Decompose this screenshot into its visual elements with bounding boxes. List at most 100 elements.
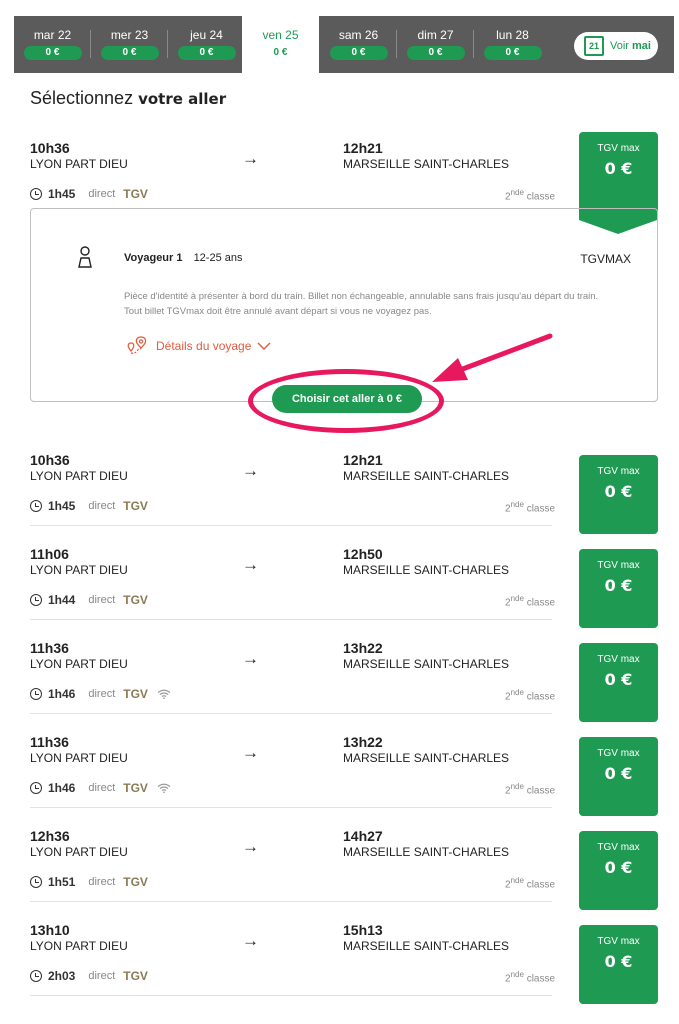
fare-price-button[interactable]: TGV max 0 €: [579, 643, 658, 722]
travel-class: 2nde classe: [505, 188, 555, 202]
date-tab[interactable]: jeu 24 0 €: [168, 16, 245, 73]
fare-badge-title: TGV max: [597, 936, 640, 947]
date-tab-label: lun 28: [496, 28, 529, 42]
fare-badge-title: TGV max: [597, 654, 640, 665]
arrival-time: 12h21: [343, 452, 383, 468]
fare-price-button[interactable]: TGV max 0 €: [579, 831, 658, 910]
date-tab-label: sam 26: [338, 28, 379, 42]
arrival-time: 12h50: [343, 546, 383, 562]
trip-details-link[interactable]: Détails du voyage: [126, 336, 279, 356]
departure-station: LYON PART DIEU: [30, 751, 128, 765]
fare-price-button[interactable]: TGV max 0 €: [579, 132, 658, 234]
fare-badge-title: TGV max: [597, 466, 640, 477]
trip-meta: 1h45 direct TGV: [30, 187, 148, 201]
travel-class: 2nde classe: [505, 594, 555, 608]
arrow-right-icon: →: [242, 743, 259, 762]
fare-badge-price: 0 €: [604, 482, 633, 501]
fare-badge-price: 0 €: [604, 159, 633, 178]
date-tab-selected[interactable]: ven 25 0 €: [242, 16, 319, 73]
class-label: classe: [526, 785, 556, 797]
departure-station: LYON PART DIEU: [30, 157, 128, 171]
calendar-icon: 21: [584, 36, 604, 56]
fare-name: TGVMAX: [580, 252, 631, 266]
trip-details-label: Détails du voyage: [156, 339, 252, 353]
arrival-time: 12h21: [343, 140, 383, 156]
arrival-station: MARSEILLE SAINT-CHARLES: [343, 157, 510, 171]
arrow-right-icon: →: [242, 555, 259, 574]
train-type: TGV: [123, 875, 148, 889]
page-title: Sélectionnez votre aller: [30, 88, 226, 109]
clock-icon: [30, 188, 42, 200]
trip-meta: 1h51 direct TGV: [30, 875, 148, 889]
date-tab-price: 0 €: [406, 46, 465, 60]
travel-class: 2nde classe: [505, 876, 555, 890]
train-type: TGV: [123, 781, 148, 795]
fare-price-button[interactable]: TGV max 0 €: [579, 737, 658, 816]
arrival-time: 13h22: [343, 734, 383, 750]
date-tab[interactable]: lun 28 0 €: [474, 16, 551, 73]
fare-price-button[interactable]: TGV max 0 €: [579, 925, 658, 1004]
fare-badge-price: 0 €: [604, 858, 633, 877]
fare-conditions: Pièce d'identité à présenter à bord du t…: [124, 289, 644, 319]
trip-duration: 2h03: [48, 969, 76, 983]
departure-time: 11h36: [30, 640, 69, 656]
row-divider: [30, 995, 552, 996]
trip-direct: direct: [88, 500, 116, 512]
arrival-station: MARSEILLE SAINT-CHARLES: [343, 657, 510, 671]
date-tab[interactable]: dim 27 0 €: [397, 16, 474, 73]
fare-badge-price: 0 €: [604, 576, 633, 595]
trip-direct: direct: [88, 594, 116, 606]
fare-price-button[interactable]: TGV max 0 €: [579, 549, 658, 628]
class-suffix: nde: [510, 782, 524, 791]
fare-badge-title: TGV max: [597, 143, 640, 154]
trip-duration: 1h51: [48, 875, 76, 889]
trip-meta: 1h45 direct TGV: [30, 499, 148, 513]
wifi-icon: [157, 783, 171, 793]
class-suffix: nde: [510, 970, 524, 979]
arrow-right-icon: →: [242, 461, 259, 480]
date-tab-price: 0 €: [100, 46, 159, 60]
route-pin-icon: [127, 336, 147, 354]
date-bar: mar 22 0 € mer 23 0 € jeu 24 0 € ven 25 …: [14, 16, 674, 73]
class-suffix: nde: [510, 188, 524, 197]
class-label: classe: [526, 597, 556, 609]
date-tab[interactable]: sam 26 0 €: [320, 16, 397, 73]
arrival-station: MARSEILLE SAINT-CHARLES: [343, 563, 510, 577]
row-divider: [30, 901, 552, 902]
fare-conditions-line: Pièce d'identité à présenter à bord du t…: [124, 291, 599, 302]
see-month-name: mai: [631, 40, 651, 52]
travel-class: 2nde classe: [505, 970, 555, 984]
see-month-button[interactable]: 21 Voir mai: [574, 32, 658, 60]
fare-badge-price: 0 €: [604, 952, 633, 971]
chevron-down-icon: [257, 342, 271, 350]
arrival-station: MARSEILLE SAINT-CHARLES: [343, 469, 510, 483]
arrival-station: MARSEILLE SAINT-CHARLES: [343, 939, 510, 953]
travel-class: 2nde classe: [505, 688, 555, 702]
departure-station: LYON PART DIEU: [30, 845, 128, 859]
class-suffix: nde: [510, 876, 524, 885]
fare-price-button[interactable]: TGV max 0 €: [579, 455, 658, 534]
trip-direct: direct: [88, 188, 116, 200]
trip-duration: 1h45: [48, 187, 76, 201]
fare-badge-title: TGV max: [597, 748, 640, 759]
class-suffix: nde: [510, 500, 524, 509]
fare-badge-price: 0 €: [604, 670, 633, 689]
class-label: classe: [526, 503, 556, 515]
clock-icon: [30, 500, 42, 512]
fare-badge-price: 0 €: [604, 764, 633, 783]
departure-time: 13h10: [30, 922, 70, 938]
date-tab[interactable]: mar 22 0 €: [14, 16, 91, 73]
train-type: TGV: [123, 969, 148, 983]
trip-duration: 1h45: [48, 499, 76, 513]
fare-badge-title: TGV max: [597, 842, 640, 853]
clock-icon: [30, 594, 42, 606]
date-tab[interactable]: mer 23 0 €: [91, 16, 168, 73]
traveller-age: 12-25 ans: [193, 252, 243, 264]
arrival-station: MARSEILLE SAINT-CHARLES: [343, 751, 510, 765]
choose-outbound-button[interactable]: Choisir cet aller à 0 €: [272, 385, 422, 413]
traveller-info: Voyageur 1 12-25 ans: [124, 252, 243, 264]
arrow-right-icon: →: [242, 149, 259, 168]
trip-meta: 1h46 direct TGV: [30, 687, 171, 701]
arrival-time: 14h27: [343, 828, 383, 844]
class-suffix: nde: [510, 594, 524, 603]
